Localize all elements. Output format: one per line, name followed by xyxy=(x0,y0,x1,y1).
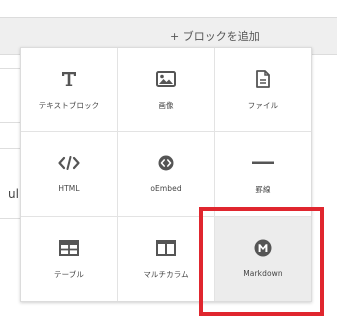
image-icon xyxy=(154,70,178,88)
embed-icon xyxy=(154,154,178,172)
code-icon xyxy=(57,154,81,172)
block-option-label: 画像 xyxy=(158,101,174,110)
text-t-icon xyxy=(57,70,81,88)
highlight-box xyxy=(199,207,324,316)
file-icon xyxy=(251,70,275,88)
block-option-oembed[interactable]: oEmbed xyxy=(118,132,215,217)
block-option-label: テキストブロック xyxy=(38,101,100,110)
horizontal-rule-icon xyxy=(251,154,275,172)
block-option-label: ファイル xyxy=(247,101,279,110)
table-icon xyxy=(57,239,81,257)
editor-divider xyxy=(0,148,20,149)
editor-divider xyxy=(0,218,20,219)
block-option-file[interactable]: ファイル xyxy=(215,48,311,132)
editor-divider xyxy=(0,68,20,69)
block-option-image[interactable]: 画像 xyxy=(118,48,215,132)
block-option-label: oEmbed xyxy=(150,184,182,193)
block-option-table[interactable]: テーブル xyxy=(21,217,118,301)
editor-divider xyxy=(0,122,20,123)
block-option-html[interactable]: HTML xyxy=(21,132,118,217)
block-option-text[interactable]: テキストブロック xyxy=(21,48,118,132)
block-option-label: マルチカラム xyxy=(143,270,189,279)
list-block-text: ul xyxy=(8,187,19,201)
block-option-label: HTML xyxy=(58,184,80,193)
block-option-label: 罫線 xyxy=(255,185,271,194)
columns-icon xyxy=(154,239,178,257)
block-option-rule[interactable]: 罫線 xyxy=(215,132,311,217)
block-option-label: テーブル xyxy=(54,270,84,279)
add-block-button[interactable]: + ブロックを追加 xyxy=(170,28,260,44)
